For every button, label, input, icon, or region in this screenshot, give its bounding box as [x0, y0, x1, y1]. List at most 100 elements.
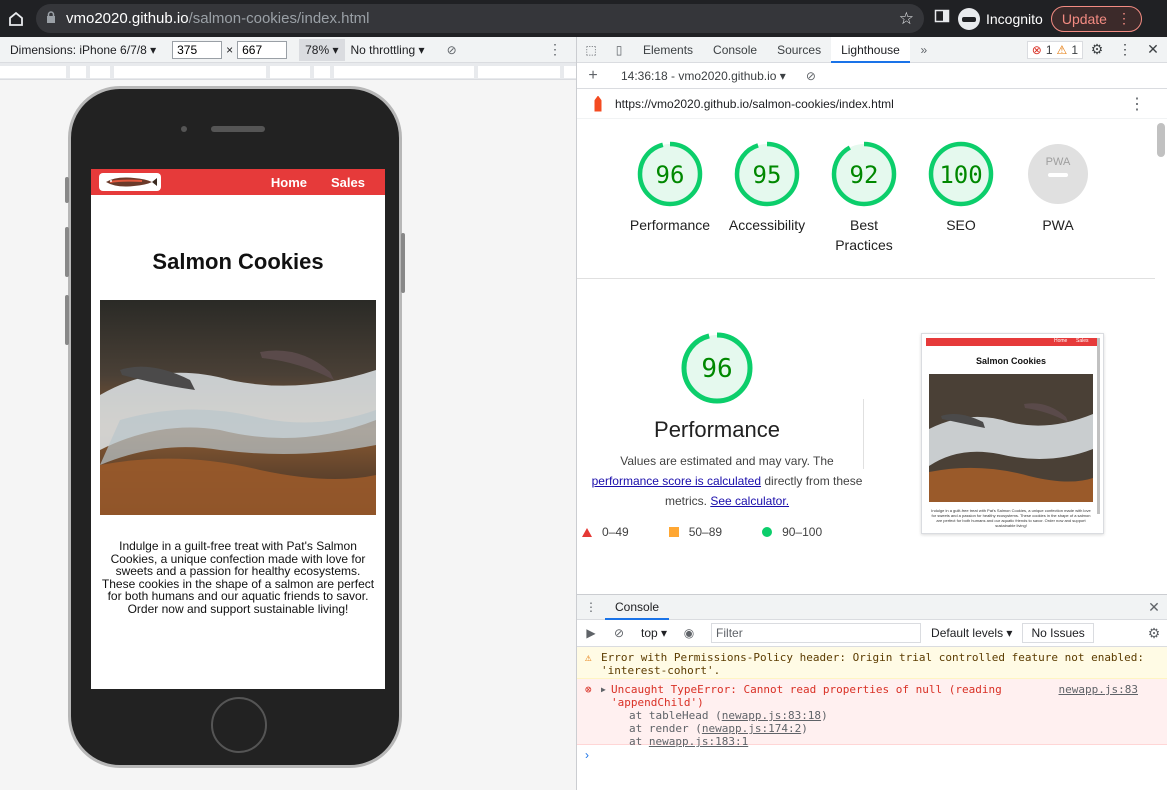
performance-gauge-large: 96	[680, 331, 754, 410]
bookmark-star-icon[interactable]: ☆	[899, 9, 914, 29]
warning-badge-icon: ⚠	[1056, 42, 1068, 57]
incognito-indicator[interactable]: Incognito	[958, 7, 1043, 30]
gauge-performance[interactable]: 96 Performance	[622, 141, 718, 235]
gauge-label: Best Practices	[835, 217, 893, 253]
legend-average-label: 50–89	[688, 525, 723, 539]
clear-reports-icon[interactable]: ⊘	[806, 69, 816, 83]
score-calc-link[interactable]: performance score is calculated	[592, 474, 761, 488]
url-path: /salmon-cookies/index.html	[188, 10, 370, 27]
performance-description: Values are estimated and may vary. The p…	[587, 451, 867, 511]
thumb-nav-home: Home	[1054, 338, 1068, 344]
incognito-label: Incognito	[986, 10, 1043, 27]
drawer-tabbar: ⋮ Console ✕	[577, 595, 1167, 620]
close-drawer-icon[interactable]: ✕	[1140, 599, 1167, 616]
live-expression-eye-icon[interactable]: ◉	[673, 626, 705, 640]
devtools-tabbar: ⬚ ▯ Elements Console Sources Lighthouse …	[577, 36, 1167, 63]
warning-text: Error with Permissions-Policy header: Or…	[601, 651, 1145, 677]
drawer-menu-icon[interactable]: ⋮	[577, 600, 605, 614]
report-url[interactable]: https://vmo2020.github.io/salmon-cookies…	[615, 97, 894, 111]
issues-button[interactable]: No Issues	[1022, 623, 1094, 643]
devtools-kebab-icon[interactable]: ⋮	[1111, 41, 1139, 58]
device-select[interactable]: Dimensions: iPhone 6/7/8 ▾	[10, 43, 156, 57]
update-label: Update	[1061, 10, 1107, 27]
log-levels-select[interactable]: Default levels ▾	[931, 626, 1012, 640]
stack-frame: at tableHead (newapp.js:83:18)	[629, 709, 828, 722]
stack-frame-link[interactable]: newapp.js:174:2	[702, 722, 801, 735]
console-drawer: ⋮ Console ✕ ▶ ⊘ top ▾ ◉ Filter Default l…	[577, 594, 1167, 790]
inspect-element-icon[interactable]: ⬚	[577, 43, 605, 57]
side-panel-icon[interactable]	[934, 8, 950, 29]
tab-console[interactable]: Console	[703, 37, 767, 63]
stack-frame-link[interactable]: newapp.js:83:18	[722, 709, 821, 722]
legend-pass-label: 90–100	[782, 525, 823, 539]
pwa-dash-icon	[1048, 173, 1068, 177]
settings-gear-icon[interactable]: ⚙	[1083, 41, 1111, 58]
clear-console-icon[interactable]: ⊘	[605, 626, 633, 640]
error-source-link[interactable]: newapp.js:83	[1059, 683, 1138, 696]
url-host: vmo2020.github.io	[66, 10, 189, 27]
close-devtools-icon[interactable]: ✕	[1139, 41, 1167, 58]
error-count: 1	[1045, 42, 1053, 57]
report-url-bar: https://vmo2020.github.io/salmon-cookies…	[577, 89, 1167, 119]
gauge-label: Performance	[629, 217, 711, 233]
viewport-width-input[interactable]	[172, 40, 223, 59]
console-settings-gear-icon[interactable]: ⚙	[1140, 625, 1167, 642]
see-calculator-link[interactable]: See calculator.	[710, 494, 789, 508]
throttle-select[interactable]: No throttling ▾	[351, 43, 425, 57]
gauge-best-practices[interactable]: 92 Best Practices	[816, 141, 912, 255]
home-button[interactable]	[211, 697, 267, 753]
new-report-plus-icon[interactable]: +	[577, 67, 609, 85]
report-scrollbar[interactable]	[1157, 123, 1165, 157]
nav-home-link[interactable]: Home	[271, 175, 307, 190]
nav-sales-link[interactable]: Sales	[331, 175, 365, 190]
home-icon[interactable]	[2, 5, 30, 33]
thumb-text: Indulge in a guilt-free treat with Pat's…	[931, 508, 1091, 528]
legend-fail-label: 0–49	[602, 525, 629, 539]
console-prompt[interactable]: ›	[577, 745, 1167, 765]
perf-score-large: 96	[701, 354, 732, 384]
lighthouse-logo-icon	[594, 95, 602, 112]
gauge-pwa[interactable]: PWA PWA	[1010, 141, 1106, 235]
section-divider	[863, 399, 864, 469]
desc-text-1: Values are estimated and may vary. The	[620, 454, 834, 468]
gauge-score: 100	[939, 161, 982, 189]
salmon-logo-icon[interactable]	[99, 173, 161, 191]
console-error-message: ⊗ ▶ Uncaught TypeError: Cannot read prop…	[577, 679, 1167, 748]
lighthouse-toolbar: + 14:36:18 - vmo2020.github.io ▾ ⊘	[577, 63, 1167, 89]
kebab-icon: ⋮	[1116, 10, 1131, 26]
zoom-select[interactable]: 78% ▾	[299, 38, 345, 61]
thumb-title: Salmon Cookies	[975, 356, 1047, 366]
update-button[interactable]: Update ⋮	[1050, 5, 1142, 32]
final-screenshot-thumbnail: Home Sales Salmon Cookies Indulge in a gu…	[921, 333, 1104, 534]
mobile-screen: Home Sales Salmon Cookies Indulge in a g…	[91, 169, 385, 689]
speaker	[211, 126, 265, 132]
drawer-tab-console[interactable]: Console	[605, 595, 670, 620]
context-select[interactable]: top ▾	[635, 626, 673, 640]
tab-elements[interactable]: Elements	[633, 37, 703, 63]
address-bar[interactable]: vmo2020.github.io/salmon-cookies/index.h…	[36, 4, 924, 33]
rotate-icon[interactable]: ⊘	[447, 43, 457, 57]
gauge-score: 96	[656, 161, 685, 189]
device-menu-kebab-icon[interactable]: ⋮	[548, 41, 562, 58]
sidebar-toggle-icon[interactable]: ▶	[577, 626, 605, 640]
console-filter-input[interactable]: Filter	[711, 623, 922, 643]
stack-trace: at tableHead (newapp.js:83:18) at render …	[611, 709, 1148, 748]
viewport-height-input[interactable]	[237, 40, 288, 59]
report-menu-kebab-icon[interactable]: ⋮	[1129, 94, 1145, 114]
device-toggle-icon[interactable]: ▯	[605, 43, 633, 57]
gauge-accessibility[interactable]: 95 Accessibility	[719, 141, 815, 235]
gauge-score: 92	[850, 161, 879, 189]
more-tabs-icon[interactable]: »	[910, 43, 938, 57]
gauge-label: Accessibility	[728, 217, 806, 233]
browser-toolbar: vmo2020.github.io/salmon-cookies/index.h…	[0, 0, 1167, 37]
issue-counter[interactable]: ⊗ 1 ⚠ 1	[1026, 40, 1083, 59]
console-toolbar: ▶ ⊘ top ▾ ◉ Filter Default levels ▾ No I…	[577, 620, 1167, 647]
console-warning-message: ⚠ Error with Permissions-Policy header: …	[577, 647, 1167, 679]
report-select[interactable]: 14:36:18 - vmo2020.github.io ▾	[621, 69, 786, 83]
tab-sources[interactable]: Sources	[767, 37, 831, 63]
gauge-score: 95	[753, 161, 782, 189]
gauge-seo[interactable]: 100 SEO	[913, 141, 1009, 235]
stack-frame-link[interactable]: newapp.js:183:1	[649, 735, 748, 748]
tab-lighthouse[interactable]: Lighthouse	[831, 36, 910, 63]
expand-caret-icon[interactable]: ▶	[601, 683, 606, 696]
